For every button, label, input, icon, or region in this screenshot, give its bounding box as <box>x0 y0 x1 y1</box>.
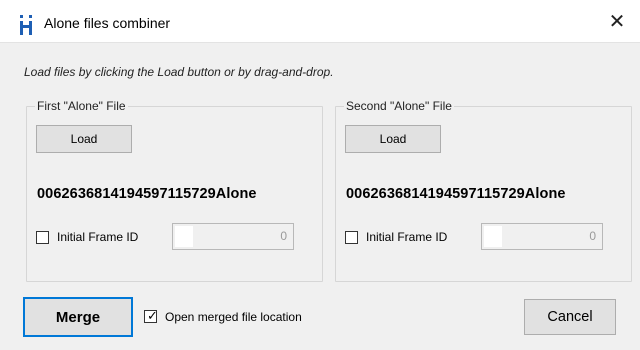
first-initial-frame-input[interactable]: 0 <box>172 223 294 250</box>
first-load-button[interactable]: Load <box>36 125 132 153</box>
first-file-group-title: First "Alone" File <box>35 99 128 113</box>
instructions-text: Load files by clicking the Load button o… <box>24 65 334 79</box>
first-spin-area <box>175 226 193 247</box>
close-button[interactable]: ✕ <box>594 0 640 42</box>
merge-button[interactable]: Merge <box>23 297 133 337</box>
first-initial-frame-value: 0 <box>280 229 287 243</box>
first-filename: 0062636814194597115729Alone <box>37 186 257 202</box>
title-bar: Alone files combiner ✕ <box>0 0 640 42</box>
second-file-group-title: Second "Alone" File <box>344 99 454 113</box>
open-location-checkbox[interactable]: ✓ <box>144 308 158 323</box>
first-initial-frame-label: Initial Frame ID <box>57 230 139 244</box>
first-file-group: First "Alone" File Load 0062636814194597… <box>26 99 323 282</box>
second-initial-frame-value: 0 <box>589 229 596 243</box>
second-load-button[interactable]: Load <box>345 125 441 153</box>
app-logo-icon <box>20 15 32 35</box>
open-location-label: Open merged file location <box>165 310 302 324</box>
checkmark-icon: ✓ <box>147 308 158 323</box>
second-filename: 0062636814194597115729Alone <box>346 186 566 202</box>
second-file-group: Second "Alone" File Load 006263681419459… <box>335 99 632 282</box>
second-initial-frame-label: Initial Frame ID <box>366 230 448 244</box>
window-title: Alone files combiner <box>44 15 171 31</box>
second-spin-area <box>484 226 502 247</box>
close-icon: ✕ <box>608 10 626 33</box>
cancel-button[interactable]: Cancel <box>524 299 616 335</box>
second-initial-frame-input[interactable]: 0 <box>481 223 603 250</box>
first-initial-frame-checkbox[interactable] <box>36 231 49 244</box>
dialog-body: Load files by clicking the Load button o… <box>0 42 640 350</box>
second-initial-frame-checkbox[interactable] <box>345 231 358 244</box>
